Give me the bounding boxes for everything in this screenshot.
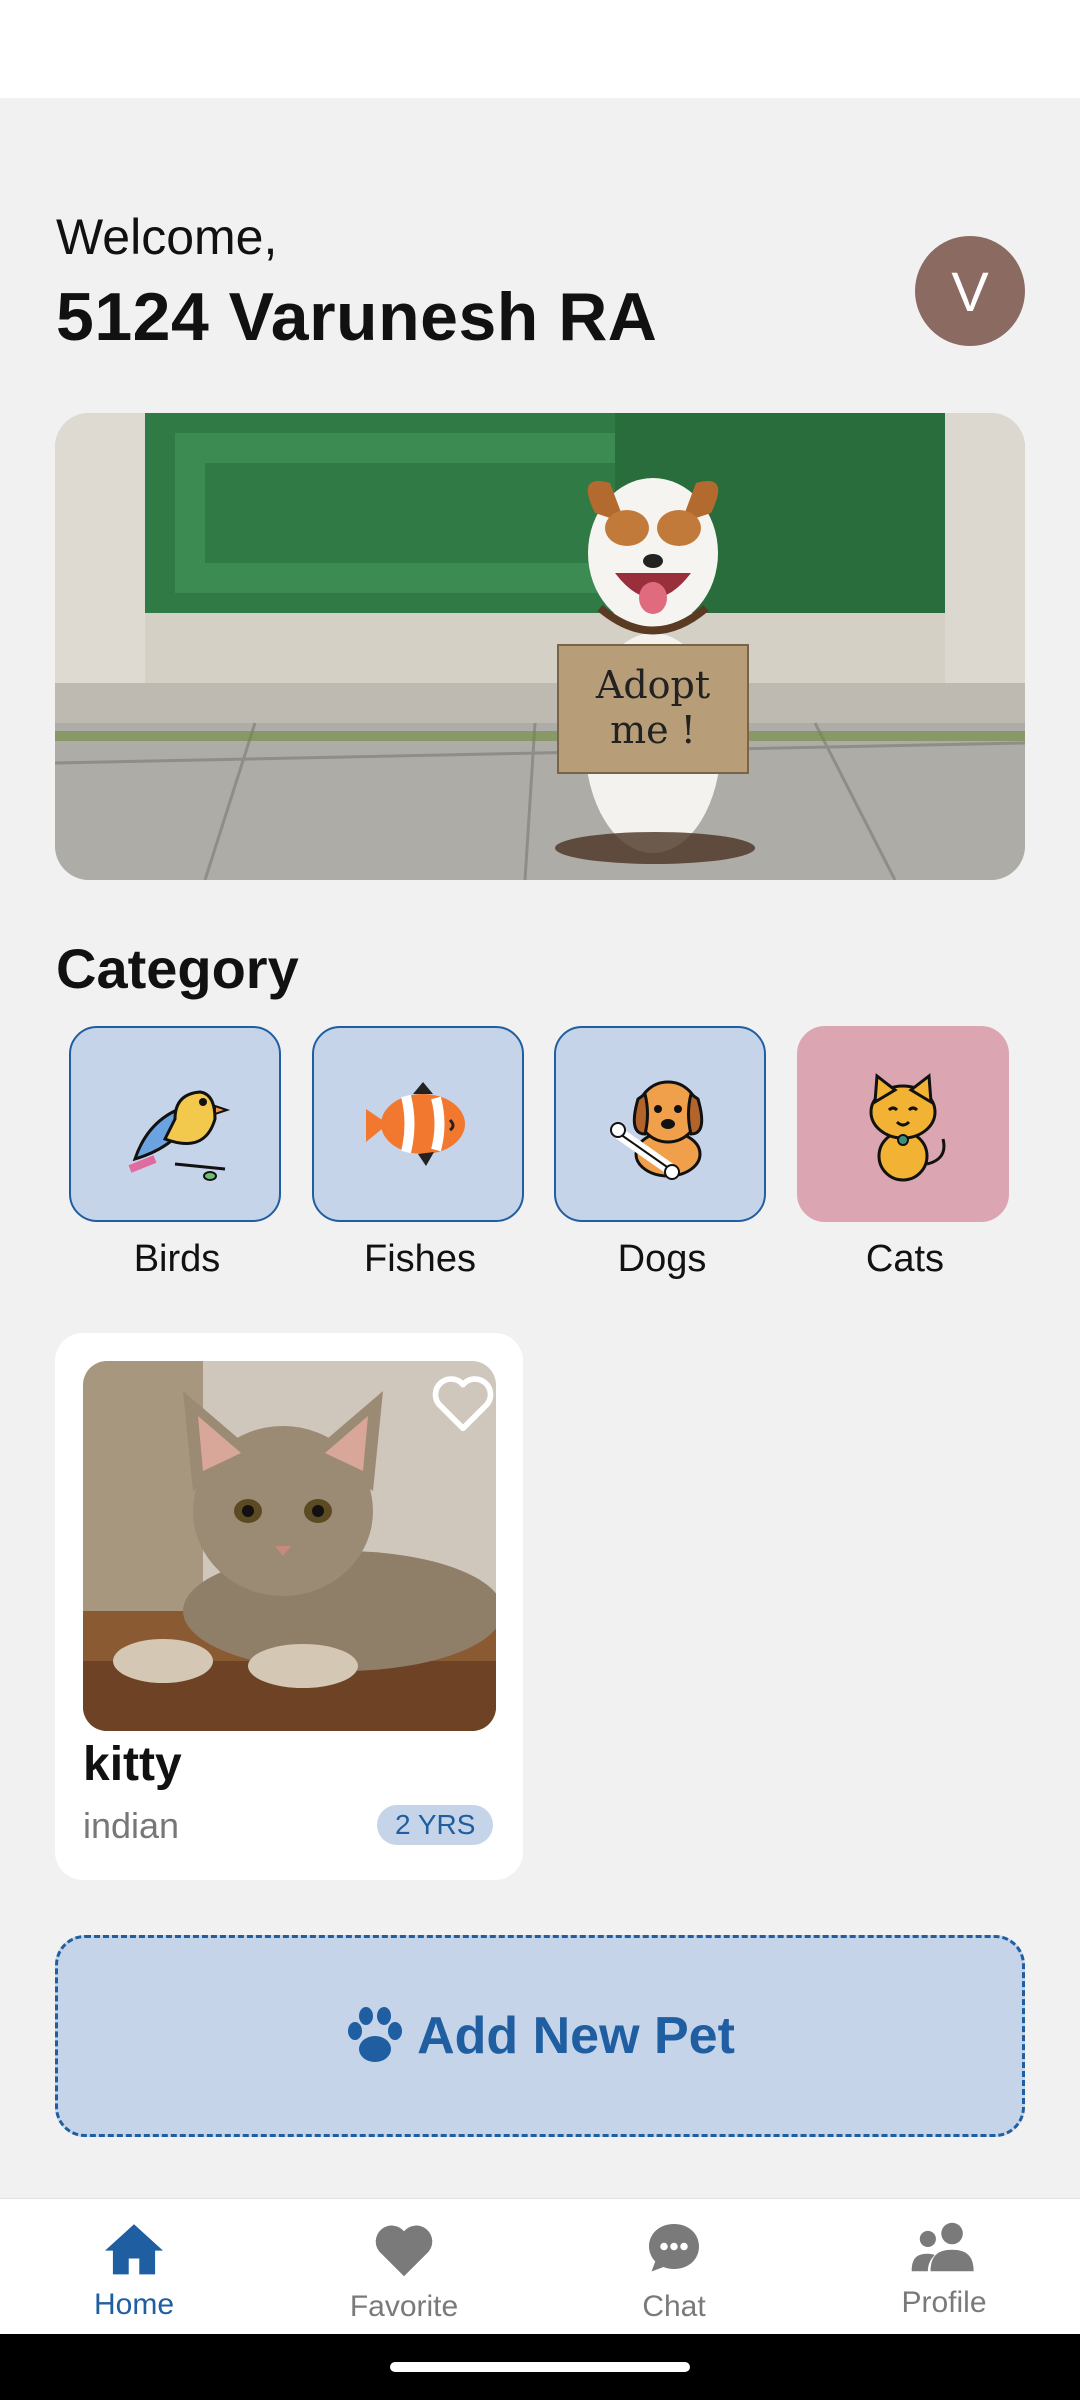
heart-icon <box>375 2225 433 2277</box>
chat-icon <box>649 2224 699 2272</box>
pet-card[interactable]: kitty indian 2 YRS <box>55 1333 523 1880</box>
category-birds[interactable]: Birds <box>69 1026 285 1281</box>
category-title: Category <box>56 937 299 1000</box>
system-navigation-bar <box>0 2334 1080 2400</box>
pet-breed: indian <box>83 1805 180 1846</box>
nav-chat[interactable]: Chat <box>574 2219 774 2324</box>
nav-favorite[interactable]: Favorite <box>304 2219 504 2324</box>
adoption-dog-image: Adopt me ! <box>55 413 1025 880</box>
user-name: 5124 Varunesh RA <box>56 279 658 355</box>
svg-text:me !: me ! <box>610 708 696 752</box>
pet-name: kitty <box>83 1738 182 1791</box>
category-label: Cats <box>865 1238 945 1280</box>
nav-profile[interactable]: Profile <box>844 2219 1044 2320</box>
nav-label: Profile <box>901 2286 987 2319</box>
bird-icon <box>128 1090 231 1181</box>
category-tile[interactable] <box>69 1026 281 1222</box>
adoption-banner: Adopt me ! <box>55 413 1025 880</box>
avatar[interactable]: V <box>915 236 1025 346</box>
category-tile-selected[interactable] <box>797 1026 1009 1222</box>
svg-text:Adopt: Adopt <box>595 663 710 707</box>
category-fishes[interactable]: Fishes <box>312 1026 528 1281</box>
category-tile[interactable] <box>554 1026 766 1222</box>
nav-label: Favorite <box>349 2290 459 2323</box>
clownfish-icon <box>366 1082 465 1166</box>
add-new-pet-label: Add New Pet <box>417 2007 735 2065</box>
cat-icon <box>869 1073 946 1182</box>
category-label: Dogs <box>617 1238 707 1280</box>
people-icon <box>911 2222 974 2272</box>
category-label: Birds <box>133 1238 221 1280</box>
nav-label: Home <box>93 2288 175 2321</box>
category-label: Fishes <box>364 1238 476 1280</box>
home-gesture-handle[interactable] <box>390 2362 690 2372</box>
status-bar <box>0 0 1080 98</box>
bottom-navigation: Home Favorite Chat Profile <box>0 2198 1080 2335</box>
paw-icon <box>348 2007 403 2062</box>
welcome-text: Welcome, <box>56 209 278 265</box>
heart-outline-icon <box>432 1376 494 1432</box>
nav-label: Chat <box>642 2290 706 2323</box>
pet-age-badge: 2 YRS <box>377 1805 494 1845</box>
dog-icon <box>610 1080 704 1180</box>
category-tile[interactable] <box>312 1026 524 1222</box>
category-dogs[interactable]: Dogs <box>554 1026 770 1281</box>
avatar-initial: V <box>951 259 989 323</box>
favorite-button[interactable] <box>423 1363 503 1443</box>
add-new-pet-button[interactable]: Add New Pet <box>55 1935 1025 2137</box>
home-icon <box>105 2224 163 2275</box>
category-cats[interactable]: Cats <box>797 1026 1013 1281</box>
nav-home[interactable]: Home <box>34 2219 234 2322</box>
